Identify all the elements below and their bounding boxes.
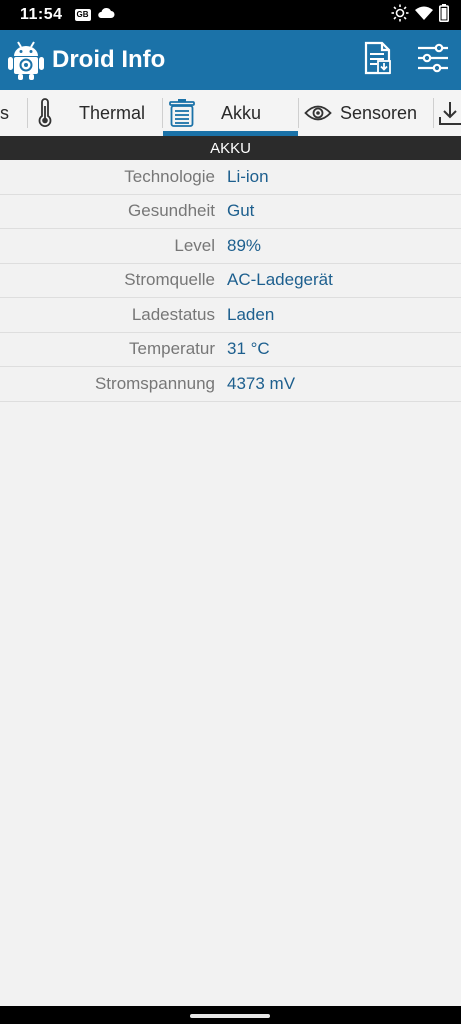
tab-thermal-label: Thermal (79, 102, 146, 123)
tab-bar: s Thermal Akku Sensoren (0, 90, 461, 136)
status-time: 11:54 (20, 6, 63, 23)
download-icon (438, 99, 461, 127)
app-bar: Droid Info (0, 30, 461, 90)
row-label: Gesundheit (128, 201, 215, 221)
row-label: Ladestatus (131, 304, 215, 324)
row-value: 89% (227, 235, 262, 255)
row-value: Gut (227, 201, 255, 221)
tab-divider (162, 98, 163, 128)
row-value: Li-ion (227, 166, 269, 186)
row-value: Laden (227, 304, 275, 324)
tab-thermal[interactable]: Thermal (37, 90, 163, 136)
tab-divider (298, 98, 299, 128)
row-value: 31 °C (227, 339, 270, 359)
eye-icon (304, 103, 332, 123)
tab-sensoren-label: Sensoren (340, 102, 418, 123)
row-label: Temperatur (129, 339, 215, 359)
tab-previous[interactable]: s (0, 90, 28, 136)
battery-info-list: Technologie Li-ion Gesundheit Gut Level … (0, 160, 461, 402)
wifi-icon (415, 6, 433, 25)
list-item: Stromquelle AC-Ladegerät (0, 264, 461, 298)
app-title: Droid Info (52, 46, 166, 73)
tab-sensoren[interactable]: Sensoren (304, 90, 432, 136)
battery-tab-icon (168, 98, 196, 128)
tab-next[interactable] (438, 90, 461, 136)
row-label: Level (174, 235, 215, 255)
list-item: Ladestatus Laden (0, 298, 461, 333)
section-header: AKKU (0, 136, 461, 160)
tab-akku[interactable]: Akku (168, 90, 298, 136)
tab-divider (27, 98, 28, 128)
battery-icon (439, 3, 449, 27)
tab-divider (433, 98, 434, 128)
thermometer-icon (37, 98, 53, 128)
gb-badge-icon: GB (74, 9, 91, 21)
report-icon[interactable] (363, 41, 393, 80)
section-title: AKKU (210, 139, 251, 157)
settings-sliders-icon[interactable] (417, 43, 449, 78)
row-label: Stromquelle (124, 270, 215, 290)
home-gesture-handle[interactable] (190, 1014, 270, 1018)
list-item: Stromspannung 4373 mV (0, 367, 461, 402)
list-item: Temperatur 31 °C (0, 333, 461, 367)
list-item: Gesundheit Gut (0, 195, 461, 229)
row-label: Technologie (124, 166, 215, 186)
cloud-icon (97, 6, 115, 24)
status-bar: 11:54 GB (0, 0, 461, 30)
list-item: Level 89% (0, 229, 461, 264)
droid-info-logo-icon (8, 39, 44, 81)
tab-previous-label: s (0, 102, 9, 123)
brightness-icon (391, 4, 409, 27)
tab-akku-label: Akku (221, 102, 262, 123)
row-label: Stromspannung (94, 373, 215, 393)
list-item: Technologie Li-ion (0, 160, 461, 195)
row-value: 4373 mV (227, 373, 296, 393)
row-value: AC-Ladegerät (227, 270, 333, 290)
